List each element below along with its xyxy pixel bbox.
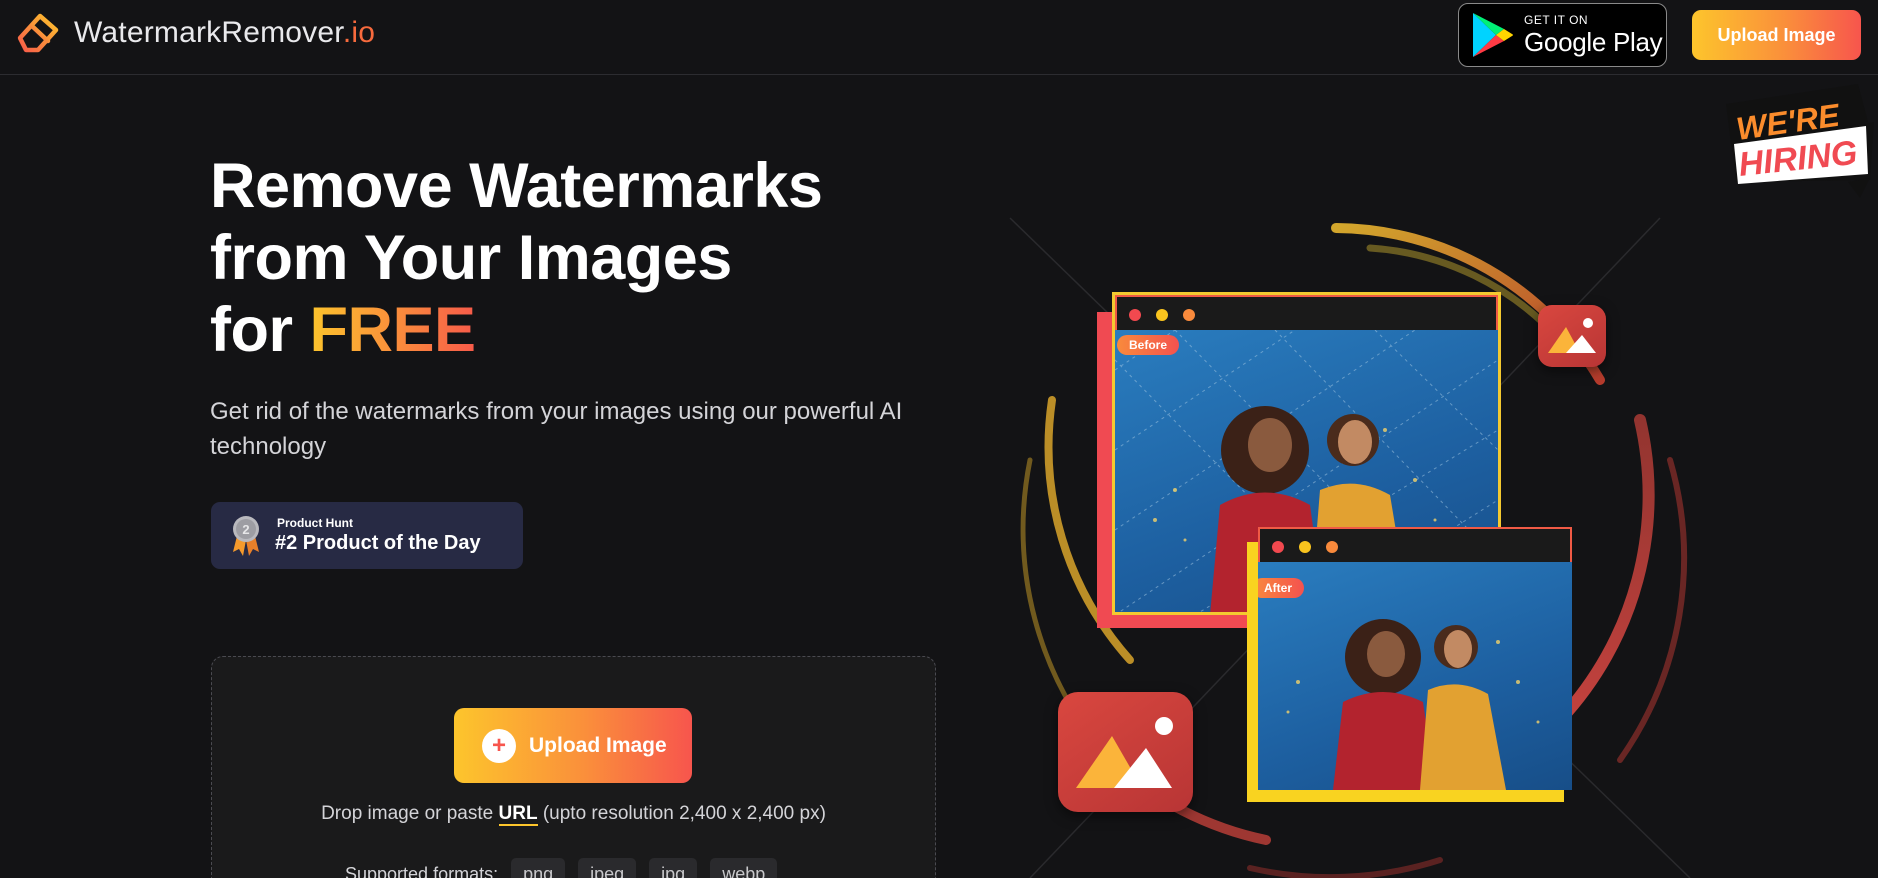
plus-icon: + [482,728,516,763]
before-window-bar [1115,295,1498,330]
supported-formats: Supported formats: png jpeg jpg webp [345,858,778,878]
upload-dropzone[interactable]: + Upload Image Drop image or paste URL (… [211,656,936,878]
before-tag: Before [1117,335,1180,355]
drop-instructions: Drop image or paste URL (upto resolution… [321,803,826,826]
format-chip: png [511,858,566,878]
format-chip: jpg [649,858,698,878]
format-chip: jpeg [578,858,637,878]
google-play-icon [1473,13,1513,57]
after-window: After [1258,527,1572,790]
hero-subtitle: Get rid of the watermarks from your imag… [210,398,903,460]
google-play-big-text: Google Play [1524,26,1663,57]
small-image-icon [1538,305,1606,367]
hero-title: Remove Watermarks from Your Images for F… [210,151,823,365]
upload-image-label: Upload Image [529,733,667,757]
site-header: WatermarkRemover.io GET IT ON Google Pla… [0,0,1878,75]
logo[interactable]: WatermarkRemover.io [10,8,375,58]
medal-rank: 2 [242,522,249,537]
after-window-bar [1258,527,1572,562]
header-upload-button[interactable]: Upload Image [1692,10,1861,60]
paste-url-link[interactable]: URL [498,803,538,826]
hiring-badge[interactable]: WE'RE HIRING [1720,82,1874,200]
product-hunt-badge[interactable]: 2 Product Hunt #2 Product of the Day [211,502,523,569]
product-hunt-title: #2 Product of the Day [275,532,481,554]
medal-icon: 2 [233,516,259,556]
after-tag: After [1258,578,1305,598]
product-hunt-label: Product Hunt [277,516,353,530]
google-play-small-text: GET IT ON [1524,12,1589,27]
logo-text: WatermarkRemover.io [74,16,376,49]
format-chip: webp [710,858,778,878]
upload-image-button[interactable]: + Upload Image [454,708,692,783]
google-play-button[interactable]: GET IT ON Google Play [1458,3,1667,67]
formats-label: Supported formats: [345,864,499,878]
after-photo: After [1258,562,1572,790]
eraser-logo-icon [11,13,59,57]
large-image-icon [1058,692,1193,812]
free-highlight: FREE [309,295,476,365]
